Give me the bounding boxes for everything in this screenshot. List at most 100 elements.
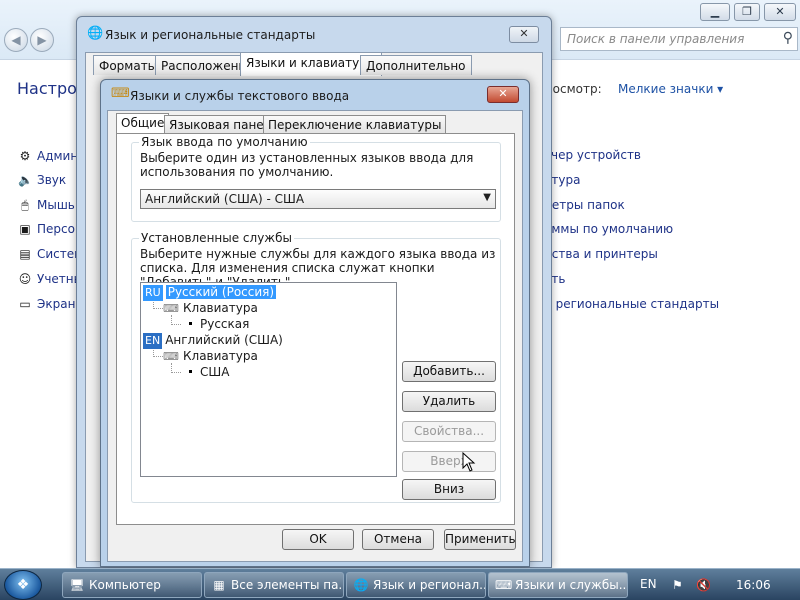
- taskbar-button-label: Язык и регионал...: [373, 578, 486, 592]
- cp-item-user-accounts[interactable]: ☺ Учетны: [18, 269, 83, 289]
- mouse-icon: 🖱: [21, 198, 29, 212]
- tree-item-layout[interactable]: Русская: [189, 316, 249, 332]
- taskbar-button-text-services[interactable]: ⌨ Языки и службы...: [488, 572, 628, 598]
- language-code-badge: RU: [143, 285, 163, 301]
- cp-item-devices-printers[interactable]: йства и принтеры: [544, 247, 658, 261]
- taskbar: ❖ 🖥 Компьютер ▦ Все элементы па... 🌐 Язы…: [0, 568, 800, 600]
- properties-button[interactable]: Свойства...: [402, 421, 496, 442]
- maximize-button[interactable]: ❐: [734, 3, 760, 21]
- cp-item-label: Админ: [37, 149, 79, 163]
- user-accounts-icon: ☺: [18, 272, 32, 286]
- tab-keyboard-switching[interactable]: Переключение клавиатуры: [263, 115, 447, 133]
- volume-muted-icon[interactable]: 🔇: [696, 578, 711, 592]
- cp-item-folder-options[interactable]: нетры папок: [544, 198, 625, 212]
- layout-name: США: [200, 365, 230, 379]
- language-name: Русский (Россия): [165, 285, 277, 299]
- taskbar-button-computer[interactable]: 🖥 Компьютер: [62, 572, 202, 598]
- cp-item-display[interactable]: ▭ Экран: [18, 294, 75, 314]
- default-language-description: Выберите один из установленных языков вв…: [140, 151, 474, 179]
- control-panel-icon: ▦: [213, 578, 225, 592]
- personalization-icon: ▣: [19, 222, 31, 236]
- globe-icon: 🌐: [87, 26, 104, 41]
- back-arrow-icon: ◀: [11, 33, 21, 47]
- tree-item-category[interactable]: ⌨ Клавиатура: [163, 300, 258, 316]
- minimize-button[interactable]: ▁: [700, 3, 730, 21]
- taskbar-button-label: Языки и службы...: [515, 578, 628, 592]
- globe-icon: 🌐: [353, 578, 369, 592]
- category-name: Клавиатура: [183, 301, 258, 315]
- tab-general[interactable]: Общие: [116, 113, 170, 134]
- text-services-dialog: ⌨ Языки и службы текстового ввода ✕ Общи…: [100, 79, 530, 567]
- display-icon: ▭: [19, 297, 31, 311]
- window-title: Язык и региональные стандарты: [105, 28, 316, 42]
- mouse-pointer-icon: [462, 452, 476, 472]
- default-language-value: Английский (США) - США: [145, 192, 305, 206]
- system-icon: ▤: [19, 247, 31, 261]
- tree-item-language[interactable]: EN Английский (США): [143, 332, 283, 349]
- cp-item-default-programs[interactable]: аммы по умолчанию: [544, 222, 673, 236]
- layout-name: Русская: [200, 317, 250, 331]
- default-language-select[interactable]: Английский (США) - США ▼: [140, 189, 496, 209]
- cp-item-mouse[interactable]: 🖱 Мышь: [18, 195, 75, 215]
- apply-button[interactable]: Применить: [444, 529, 516, 550]
- cp-item-region-language[interactable]: и региональные стандарты: [544, 297, 719, 311]
- category-name: Клавиатура: [183, 349, 258, 363]
- cp-item-personalization[interactable]: ▣ Персон: [18, 219, 82, 239]
- bullet-icon: [189, 370, 192, 373]
- back-button[interactable]: ◀: [4, 28, 28, 52]
- tab-formats[interactable]: Форматы: [93, 55, 164, 75]
- taskbar-button-label: Компьютер: [89, 578, 161, 592]
- taskbar-button-label: Все элементы па...: [231, 578, 344, 592]
- windows-logo-icon: ❖: [16, 577, 30, 593]
- clock[interactable]: 16:06: [736, 578, 771, 592]
- dialog-title: Языки и службы текстового ввода: [130, 89, 350, 103]
- search-icon[interactable]: ⚲: [783, 30, 793, 46]
- start-button[interactable]: ❖: [4, 570, 42, 600]
- forward-button[interactable]: ▶: [30, 28, 54, 52]
- tab-administrative[interactable]: Дополнительно: [360, 55, 472, 75]
- cp-item-system[interactable]: ▤ Систем: [18, 244, 83, 264]
- close-button[interactable]: ✕: [509, 26, 539, 43]
- close-button[interactable]: ✕: [764, 3, 796, 21]
- language-code-badge: EN: [143, 333, 163, 349]
- search-placeholder: Поиск в панели управления: [567, 32, 745, 46]
- cp-item-device-manager[interactable]: тчер устройств: [544, 148, 641, 162]
- action-center-icon[interactable]: ⚑: [672, 578, 683, 592]
- view-by-dropdown[interactable]: Мелкие значки ▾: [618, 82, 723, 96]
- move-up-button[interactable]: Вверх: [402, 451, 496, 472]
- computer-icon: 🖥: [69, 578, 85, 592]
- admin-tools-icon: ⚙: [19, 149, 31, 163]
- forward-arrow-icon: ▶: [37, 33, 47, 47]
- sound-icon: 🔈: [18, 173, 33, 187]
- close-button[interactable]: ✕: [487, 86, 519, 103]
- language-name: Английский (США): [165, 333, 283, 347]
- keyboard-icon: ⌨: [111, 86, 130, 101]
- cancel-button[interactable]: Отмена: [362, 529, 434, 550]
- general-tab-panel: Язык ввода по умолчанию Выберите один из…: [116, 133, 515, 525]
- taskbar-button-region[interactable]: 🌐 Язык и регионал...: [346, 572, 486, 598]
- keyboard-icon: ⌨: [163, 350, 179, 363]
- cp-item-sound[interactable]: 🔈 Звук: [18, 170, 66, 190]
- cp-item-label: Мышь: [37, 198, 75, 212]
- remove-button[interactable]: Удалить: [402, 391, 496, 412]
- bullet-icon: [189, 322, 192, 325]
- cp-item-label: Экран: [37, 297, 76, 311]
- dialog-client-area: Общие Языковая панель Переключение клави…: [107, 110, 523, 562]
- default-language-title: Язык ввода по умолчанию: [139, 135, 310, 149]
- tree-item-language[interactable]: RU Русский (Россия): [143, 284, 277, 301]
- move-down-button[interactable]: Вниз: [402, 479, 496, 500]
- tree-item-category[interactable]: ⌨ Клавиатура: [163, 348, 258, 364]
- installed-services-tree[interactable]: RU Русский (Россия) ⌨ Клавиатура Русская E…: [140, 282, 397, 477]
- chevron-down-icon: ▼: [483, 192, 491, 203]
- keyboard-icon: ⌨: [163, 302, 179, 315]
- add-button[interactable]: Добавить...: [402, 361, 496, 382]
- installed-services-title: Установленные службы: [139, 231, 294, 245]
- tree-item-layout[interactable]: США: [189, 364, 229, 380]
- ok-button[interactable]: OK: [282, 529, 354, 550]
- keyboard-icon: ⌨: [495, 578, 513, 592]
- search-input[interactable]: Поиск в панели управления ⚲: [560, 27, 798, 51]
- taskbar-button-control-panel[interactable]: ▦ Все элементы па...: [204, 572, 344, 598]
- cp-item-admin[interactable]: ⚙ Админ: [18, 146, 79, 166]
- cp-item-label: Звук: [37, 173, 67, 187]
- input-language-indicator[interactable]: EN: [640, 577, 657, 591]
